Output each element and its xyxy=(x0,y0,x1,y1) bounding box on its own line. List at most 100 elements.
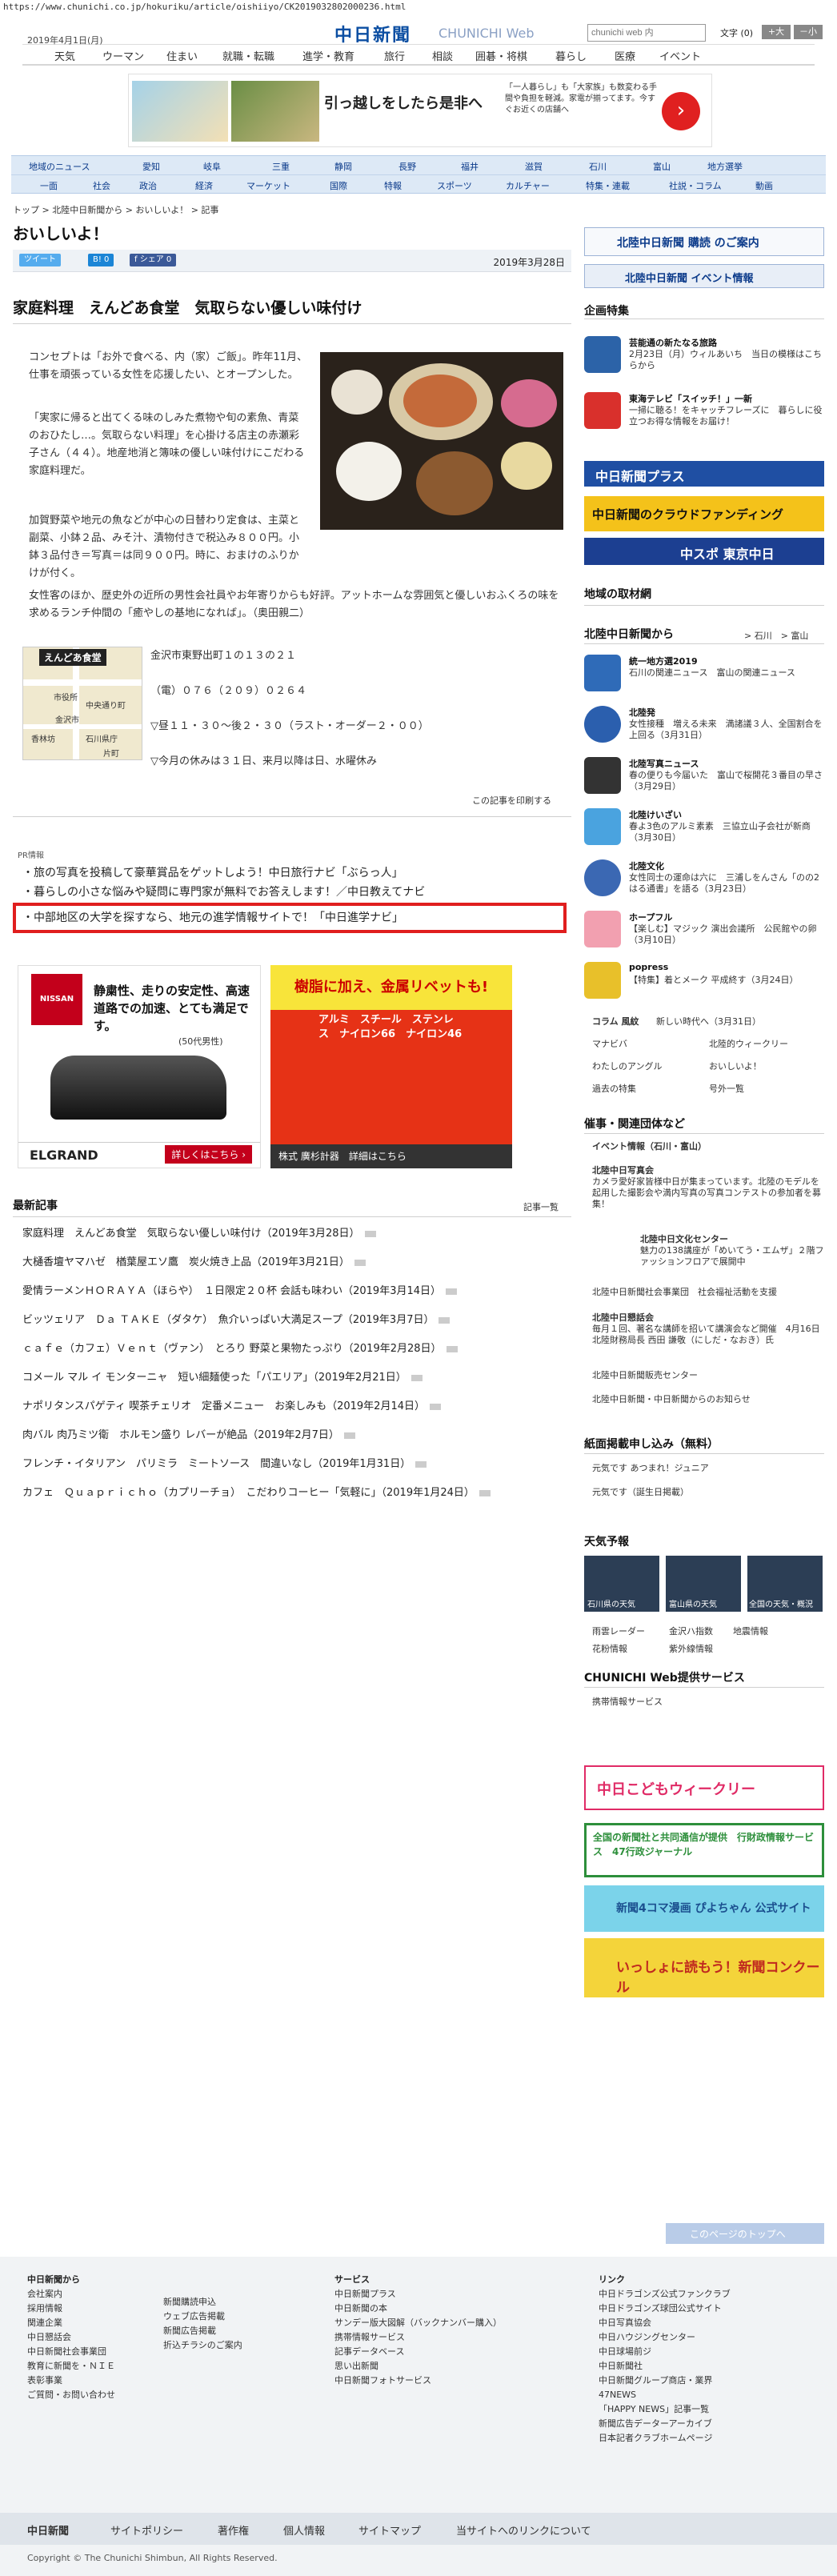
section-item[interactable]: 三重 xyxy=(272,160,290,173)
ad-banner[interactable]: 引っ越しをしたら是非へ 「一人暮らし」も「大家族」も数変わる手間や負担を軽減。家… xyxy=(128,74,712,147)
nav-item[interactable]: 相談 xyxy=(432,48,453,63)
section-item[interactable]: 特集・連載 xyxy=(586,179,630,192)
section-item[interactable]: 富山 xyxy=(653,160,671,173)
nissan-ad[interactable]: NISSAN 静粛性、走りの安定性、高速道路での加速、とても満足です。 (50代… xyxy=(18,965,261,1168)
footer-link[interactable]: 中日新聞社会事業団 xyxy=(27,2345,115,2359)
gyosei-banner[interactable]: 全国の新聞社と共同通信が提供 行財政情報サービス 47行政ジャーナル xyxy=(584,1823,824,1877)
footer-link[interactable]: 中日写真協会 xyxy=(599,2316,731,2330)
service-link[interactable]: 携帯情報サービス xyxy=(592,1695,663,1708)
footer-logo[interactable]: 中日新聞 xyxy=(27,2522,69,2538)
nav-item[interactable]: 就職・転職 xyxy=(222,48,274,63)
kodomo-weekly-banner[interactable]: 中日こどもウィークリー xyxy=(584,1765,824,1810)
footer-link[interactable]: ご質問・お問い合わせ xyxy=(27,2388,115,2402)
section-item[interactable]: 地域のニュース xyxy=(29,160,90,173)
nav-item[interactable]: 天気 xyxy=(54,48,75,63)
article-list-link[interactable]: 記事一覧 xyxy=(523,1200,559,1213)
footer-bar-link[interactable]: 個人情報 xyxy=(283,2522,325,2538)
footer-bar-link[interactable]: 著作権 xyxy=(218,2522,249,2538)
footer-link[interactable]: 中日新聞社 xyxy=(599,2359,731,2374)
hokuriku-item[interactable]: popress 【特集】着とメーク 平成終す（3月24日） xyxy=(584,962,824,1002)
site-logo-sub[interactable]: CHUNICHI Web xyxy=(439,26,535,41)
event-title[interactable]: 北陸中日文化センター xyxy=(640,1232,728,1245)
section-item[interactable]: 岐阜 xyxy=(203,160,221,173)
event-link[interactable]: 北陸中日新聞・中日新聞からのお知らせ xyxy=(592,1392,751,1405)
latest-article-link[interactable]: フレンチ・イタリアン パリミラ ミートソース 間違いなし（2019年1月31日） xyxy=(22,1455,427,1470)
grid-link[interactable]: 北陸的ウィークリー xyxy=(709,1037,788,1050)
footer-bar-link[interactable]: 当サイトへのリンクについて xyxy=(456,2522,591,2538)
latest-article-link[interactable]: 大樋香壇ヤマハゼ 楢葉屋エソ鷹 炭火焼き上品（2019年3月21日） xyxy=(22,1253,366,1268)
subscribe-banner[interactable]: 北陸中日新聞 購読 のご案内 xyxy=(584,227,824,256)
footer-link[interactable]: 新聞広告掲載 xyxy=(163,2324,242,2338)
footer-link[interactable]: 中日懇話会 xyxy=(27,2330,115,2345)
font-bigger-button[interactable]: +大 xyxy=(762,25,791,39)
latest-article-link[interactable]: ナポリタンスパゲティ 喫茶チェリオ 定番メニュー お楽しみも（2019年2月14… xyxy=(22,1397,441,1412)
section-item[interactable]: 国際 xyxy=(330,179,347,192)
event-title[interactable]: 北陸中日写真会 xyxy=(592,1164,654,1176)
feature-item[interactable]: 東海テレビ「スイッチ！」一新 一掃に聴る！をキャッチフレーズに 暮らしに役立つお… xyxy=(584,392,824,432)
grid-link[interactable]: わたしのアングル xyxy=(592,1060,663,1072)
latest-article-link[interactable]: ｃａｆｅ（カフェ）Ｖｅｎｔ（ヴァン） とろり 野菜と果物たっぷり（2019年2月… xyxy=(22,1340,458,1355)
latest-article-link[interactable]: カフェ Ｑｕａｐｒｉｃｈｏ（カプリーチョ） こだわりコーヒー「気軽に」（2019… xyxy=(22,1484,491,1499)
hokuriku-item[interactable]: 北陸文化 女性同士の運命は六に 三浦しをんさん「のの2はる通書」を語る（3月23… xyxy=(584,859,824,899)
footer-link[interactable]: 中日新聞フォトサービス xyxy=(334,2374,502,2388)
footer-link[interactable]: 中日ドラゴンズ公式ファンクラブ xyxy=(599,2287,731,2302)
footer-link[interactable]: サンデー版大図解（バックナンバー購入） xyxy=(334,2316,502,2330)
latest-article-link[interactable]: 家庭料理 えんどあ食堂 気取らない優しい味付け（2019年3月28日） xyxy=(22,1224,376,1240)
footer-link[interactable]: 中日球場前ジ xyxy=(599,2345,731,2359)
section-item[interactable]: 滋賀 xyxy=(525,160,543,173)
section-item[interactable]: 政治 xyxy=(139,179,157,192)
event-info-banner[interactable]: 北陸中日新聞 イベント情報 xyxy=(584,264,824,288)
site-logo[interactable]: 中日新聞 xyxy=(334,21,411,46)
hokuriku-item[interactable]: 統一地方選2019 石川の関連ニュース 富山の関連ニュース xyxy=(584,655,824,695)
pr-link[interactable]: ・中部地区の大学を探すなら、地元の進学情報サイトで！「中日進学ナビ」 xyxy=(22,909,403,925)
hatena-button[interactable]: B! 0 xyxy=(88,254,114,266)
footer-link[interactable]: 採用情報 xyxy=(27,2302,115,2316)
local-network-title[interactable]: 地域の取材網 xyxy=(584,586,651,602)
section-item[interactable]: マーケット xyxy=(246,179,290,192)
nav-item[interactable]: イベント xyxy=(659,48,701,63)
nav-item[interactable]: 医療 xyxy=(615,48,635,63)
event-title[interactable]: 北陸中日懇話会 xyxy=(592,1311,654,1324)
ad-footer[interactable]: 株式 廣杉計器 詳細はこちら xyxy=(270,1144,512,1168)
feature-item[interactable]: 芸能通の新たなる旅路 2月23日（月）ウィルあいち 当日の模様はこちらから xyxy=(584,336,824,376)
section-item[interactable]: 社説・コラム xyxy=(669,179,722,192)
weather-link[interactable]: 金沢ハ指数 xyxy=(669,1625,713,1637)
hokuriku-item[interactable]: 北陸写真ニュース 春の便りも今届いた 富山で桜開花３番目の早さ（3月29日） xyxy=(584,757,824,797)
hokuriku-item[interactable]: ホープフル 【楽しむ】マジック 演出会議所 公民館やの卵（3月10日） xyxy=(584,911,824,951)
weather-link[interactable]: 地震情報 xyxy=(733,1625,768,1637)
footer-link[interactable]: 中日ハウジングセンター xyxy=(599,2330,731,2345)
weather-link[interactable]: 紫外線情報 xyxy=(669,1642,713,1655)
footer-link[interactable]: 新聞広告データーアーカイブ xyxy=(599,2417,731,2431)
footer-link[interactable]: 表彰事業 xyxy=(27,2374,115,2388)
footer-link[interactable]: 携帯情報サービス xyxy=(334,2330,502,2345)
hokuriku-item[interactable]: 北陸発 女性接種 増える未来 満諸議３人、全国割合を上回る（3月31日） xyxy=(584,706,824,746)
footer-link[interactable]: 記事データベース xyxy=(334,2345,502,2359)
section-item[interactable]: 愛知 xyxy=(142,160,160,173)
chuspo-banner[interactable]: 中スポ 東京中日 xyxy=(584,538,824,565)
ad-details-button[interactable]: 詳しくはこちら › xyxy=(165,1145,252,1164)
latest-article-link[interactable]: コメール マル イ モンターニャ 短い細麺使った「パエリア」（2019年2月21… xyxy=(22,1368,423,1384)
section-item[interactable]: スポーツ xyxy=(437,179,472,192)
footer-link[interactable]: ウェブ広告掲載 xyxy=(163,2310,242,2324)
latest-article-link[interactable]: 愛情ラーメンＨＯＲＡＹＡ（ほらや） １日限定２０杯 会話も味わい（2019年3月… xyxy=(22,1282,458,1297)
section-item[interactable]: 地方選挙 xyxy=(707,160,743,173)
concours-banner[interactable]: いっしょに読もう！新聞コンクール xyxy=(584,1938,824,1997)
section-item[interactable]: 石川 xyxy=(589,160,607,173)
region-links[interactable]: > 石川 > 富山 xyxy=(744,629,808,642)
events-link[interactable]: イベント情報（石川・富山） xyxy=(592,1140,707,1152)
footer-link[interactable]: 「HAPPY NEWS」記事一覧 xyxy=(599,2402,731,2417)
footer-bar-link[interactable]: サイトポリシー xyxy=(110,2522,183,2538)
footer-link[interactable]: 新聞購読申込 xyxy=(163,2295,242,2310)
section-item[interactable]: 長野 xyxy=(398,160,416,173)
event-link[interactable]: 北陸中日新聞社会事業団 社会福祉活動を支援 xyxy=(592,1285,777,1298)
grid-link[interactable]: マナビバ xyxy=(592,1037,627,1050)
section-item[interactable]: 動画 xyxy=(755,179,773,192)
section-item[interactable]: 社会 xyxy=(93,179,110,192)
footer-link[interactable]: 中日新聞プラス xyxy=(334,2287,502,2302)
footer-link[interactable]: 思い出新聞 xyxy=(334,2359,502,2374)
font-smaller-button[interactable]: －小 xyxy=(794,25,823,39)
footer-bar-link[interactable]: サイトマップ xyxy=(358,2522,421,2538)
arrow-right-icon[interactable]: › xyxy=(662,92,700,130)
footer-link[interactable]: 中日新聞グループ商店・業界 xyxy=(599,2374,731,2388)
latest-article-link[interactable]: ビッツェリア Ｄａ ＴＡＫＥ（ダタケ） 魚介いっぱい大満足スープ（2019年3月… xyxy=(22,1311,451,1326)
